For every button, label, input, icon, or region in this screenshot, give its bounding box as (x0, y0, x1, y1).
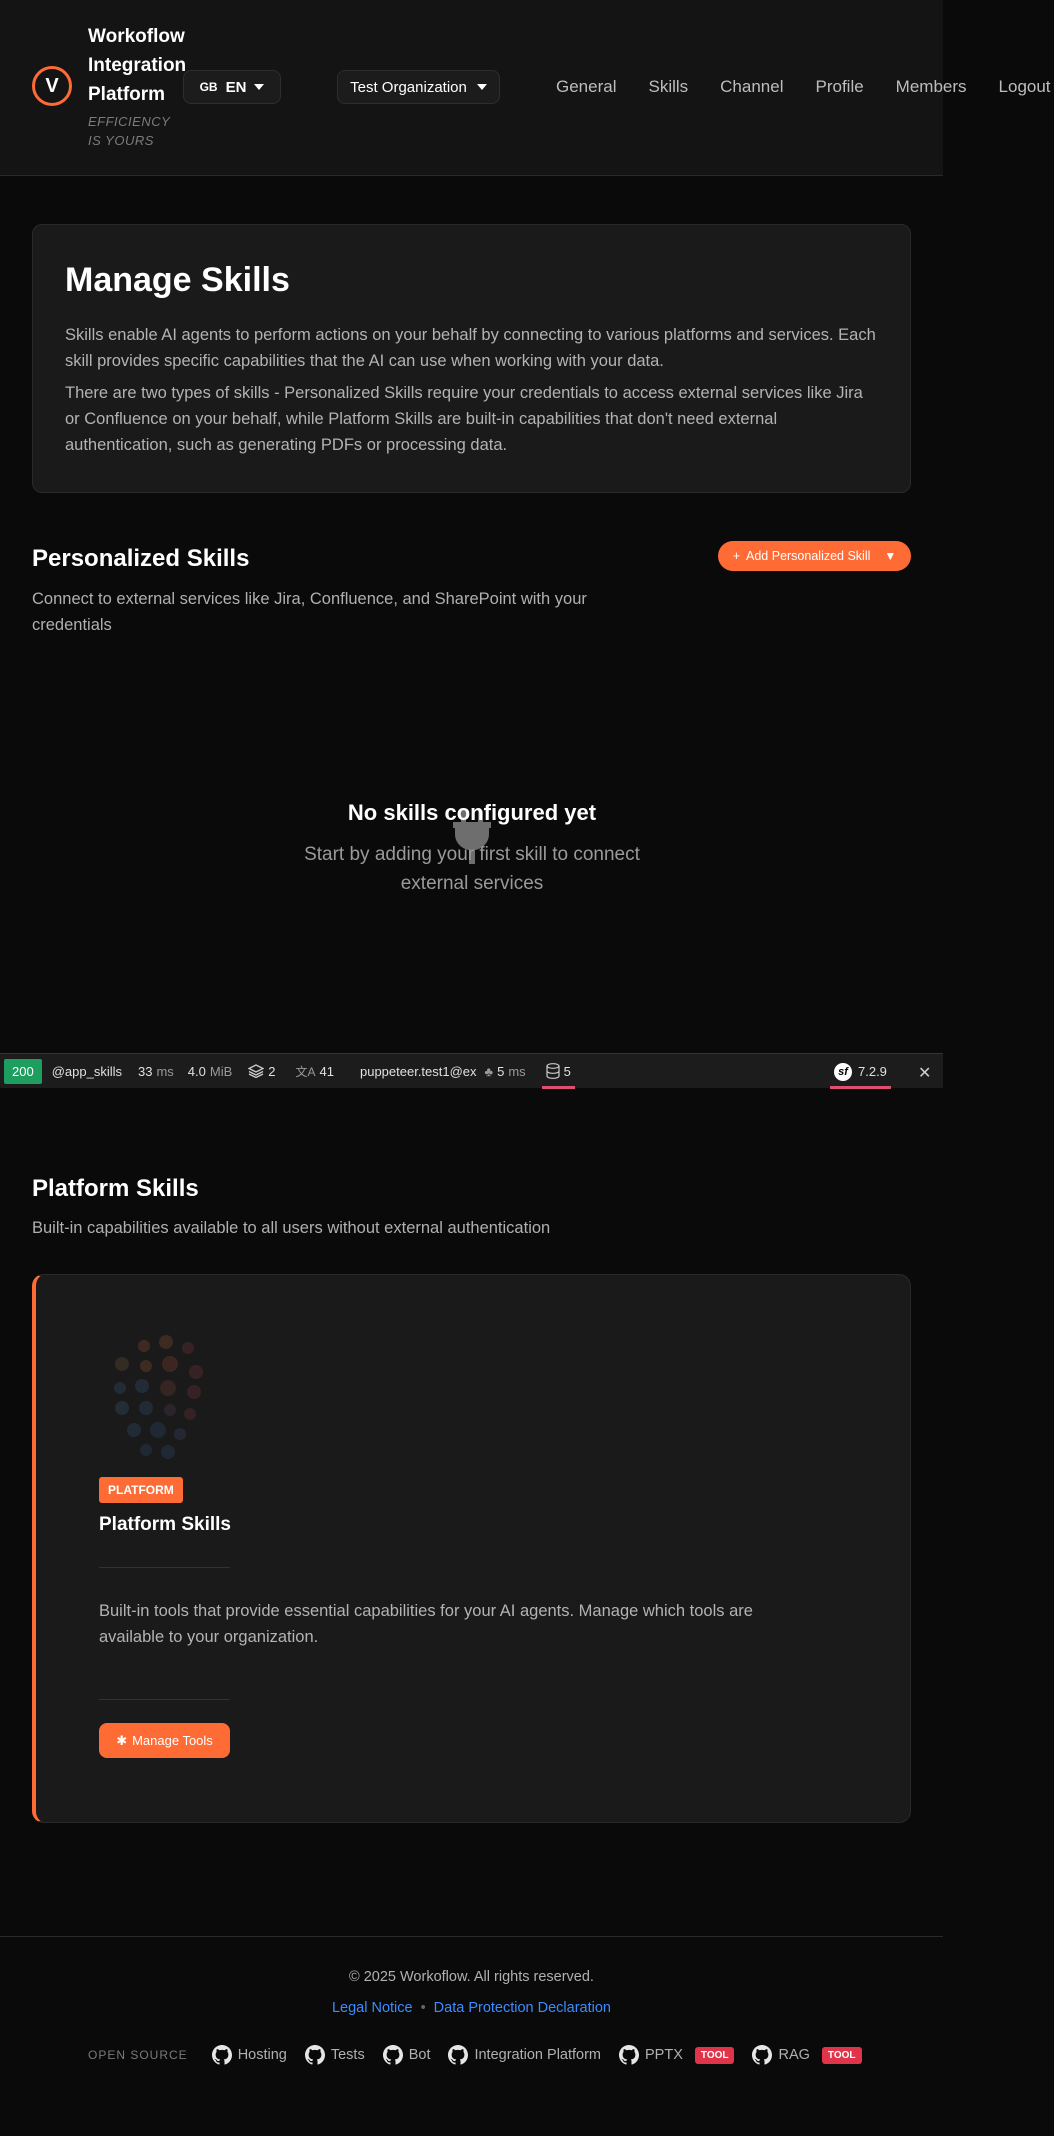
empty-state-title: No skills configured yet (347, 800, 597, 825)
organization-name: Test Organization (350, 78, 467, 96)
nav-profile[interactable]: Profile (815, 74, 863, 100)
chevron-down-icon (476, 84, 487, 90)
status-badge[interactable]: 200 (4, 1058, 42, 1084)
debug-toolbar: 200 @app_skills 33 ms 4.0 MiB 2 文A 41 pupp… (0, 1053, 943, 1089)
copyright-text: © 2025 Workoflow. All rights reserved. (349, 1969, 594, 1985)
nav-general[interactable]: General (556, 74, 616, 100)
open-source-links: OPEN SOURCE Hosting Tests Bot Integratio… (88, 2045, 880, 2065)
platform-skills-title: Platform Skills (32, 1175, 199, 1202)
github-icon (211, 2045, 232, 2065)
translations-panel[interactable]: 文A 41 (296, 1054, 334, 1089)
empty-state-description: Start by adding your first skill to conn… (304, 844, 640, 894)
events-panel[interactable]: ♣ 5 ms (485, 1054, 526, 1089)
add-personalized-skill-button[interactable]: + Add Personalized Skill ▼ (718, 541, 911, 571)
empty-state: No skills configured yet Start by adding… (272, 800, 672, 898)
database-icon (546, 1063, 560, 1079)
memory-usage[interactable]: 4.0 MiB (188, 1054, 232, 1089)
database-panel[interactable]: 5 (541, 1054, 576, 1089)
user-panel[interactable]: puppeteer.test1@ex (360, 1054, 477, 1089)
github-icon (752, 2045, 773, 2065)
brand-tagline: EFFICIENCY IS YOURS (88, 114, 171, 148)
logo-icon[interactable]: V (32, 66, 72, 106)
platform-card-title: Platform Skills (99, 1514, 231, 1535)
legal-notice-link[interactable]: Legal Notice (332, 2000, 413, 2016)
close-icon[interactable]: ✕ (918, 1063, 931, 1083)
github-icon (448, 2045, 469, 2065)
data-protection-link[interactable]: Data Protection Declaration (434, 2000, 611, 2016)
gear-icon: ✱ (116, 1732, 128, 1748)
organization-selector[interactable]: Test Organization (337, 70, 500, 104)
nav-members[interactable]: Members (896, 74, 967, 100)
layers-icon (248, 1064, 265, 1078)
tool-badge: TOOL (821, 2046, 862, 2064)
brand-name[interactable]: Workoflow Integration Platform (88, 22, 188, 109)
github-icon (382, 2045, 403, 2065)
nav-logout[interactable]: Logout (999, 74, 1051, 100)
nav-skills[interactable]: Skills (648, 74, 688, 100)
repo-link-bot[interactable]: Bot (382, 2045, 430, 2065)
symfony-icon: sf (834, 1062, 852, 1081)
separator-dot: • (420, 2000, 426, 2016)
main-nav: General Skills Channel Profile Members L… (556, 74, 1054, 100)
repo-link-rag[interactable]: RAG TOOL (752, 2045, 862, 2065)
card-divider (99, 1699, 230, 1700)
sprout-icon: ♣ (484, 1063, 494, 1079)
flag-icon: GB (199, 80, 218, 94)
tool-badge: TOOL (694, 2046, 735, 2064)
top-header: V Workoflow Integration Platform EFFICIE… (0, 0, 1051, 176)
github-icon (304, 2045, 325, 2065)
chevron-down-icon (254, 84, 265, 90)
github-icon (619, 2045, 640, 2065)
repo-link-pptx[interactable]: PPTX TOOL (619, 2045, 735, 2065)
add-skill-label: Add Personalized Skill (746, 549, 871, 563)
request-time[interactable]: 33 ms (138, 1054, 174, 1089)
platform-card-description: Built-in tools that provide essential ca… (99, 1602, 753, 1646)
platform-badge: PLATFORM (99, 1477, 183, 1503)
platform-skills-description: Built-in capabilities available to all u… (32, 1219, 551, 1237)
language-code: EN (225, 78, 247, 96)
repo-link-tests[interactable]: Tests (304, 2045, 365, 2065)
card-divider (99, 1567, 230, 1568)
footer-divider (0, 1936, 943, 1937)
manage-tools-button[interactable]: ✱ Manage Tools (99, 1723, 230, 1758)
intro-paragraph-1: Skills enable AI agents to perform actio… (65, 326, 876, 370)
legal-links: Legal Notice • Data Protection Declaration (0, 2000, 943, 2016)
translate-icon: 文A (295, 1064, 316, 1079)
route-name[interactable]: @app_skills (52, 1054, 122, 1089)
intro-card: Manage Skills Skills enable AI agents to… (32, 224, 911, 493)
nav-channel[interactable]: Channel (720, 74, 783, 100)
intro-paragraph-2: There are two types of skills - Personal… (65, 384, 863, 454)
personalized-skills-title: Personalized Skills (32, 545, 250, 572)
platform-dots-icon (114, 1335, 203, 1459)
repo-link-hosting[interactable]: Hosting (211, 2045, 287, 2065)
layers-panel[interactable]: 2 (248, 1054, 276, 1089)
language-selector[interactable]: GB EN (183, 70, 281, 104)
page-title: Manage Skills (65, 261, 290, 299)
repo-link-integration-platform[interactable]: Integration Platform (448, 2045, 601, 2065)
open-source-label: OPEN SOURCE (88, 2048, 188, 2062)
symfony-version[interactable]: sf 7.2.9 (830, 1054, 891, 1089)
plus-icon: + (732, 549, 741, 563)
dropdown-triangle-icon: ▼ (884, 549, 897, 563)
personalized-skills-description: Connect to external services like Jira, … (32, 590, 587, 634)
